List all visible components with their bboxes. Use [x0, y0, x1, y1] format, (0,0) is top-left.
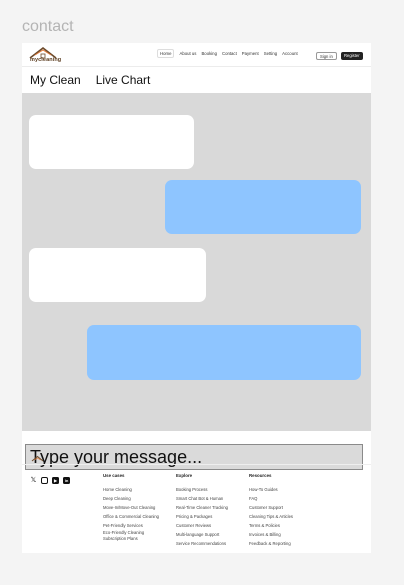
incoming-message-bubble: [29, 248, 206, 302]
chat-header: My Clean Live Chart: [22, 67, 371, 93]
footer-link[interactable]: Multi-language Support: [176, 530, 228, 539]
outgoing-message-bubble: [165, 180, 361, 234]
footer-link[interactable]: Office & Commercial Cleaning: [103, 512, 159, 521]
youtube-icon[interactable]: ▶: [52, 477, 59, 484]
linkedin-icon[interactable]: in: [63, 477, 70, 484]
footer-link[interactable]: Booking Process: [176, 485, 228, 494]
footer-link[interactable]: Customer Support: [249, 503, 293, 512]
footer-link[interactable]: Cleaning Tips & Articles: [249, 512, 293, 521]
footer-link[interactable]: Customer Reviews: [176, 521, 228, 530]
social-links: 𝕏 ▶ in: [30, 477, 70, 484]
footer-link[interactable]: FAQ: [249, 494, 293, 503]
register-button[interactable]: Register: [341, 52, 363, 60]
nav-setting[interactable]: Setting: [264, 51, 277, 58]
footer: 𝕏 ▶ in Use cases Home Cleaning Deep Clea…: [22, 453, 371, 553]
page-frame: mycleaning Home About us Booking Contact…: [22, 43, 371, 553]
footer-link[interactable]: Service Recommendations: [176, 539, 228, 548]
outgoing-message-bubble: [87, 325, 361, 380]
footer-link[interactable]: Subscription Plans: [103, 536, 159, 542]
main-nav: Home About us Booking Contact Payment Se…: [157, 49, 298, 58]
instagram-icon[interactable]: [41, 477, 48, 484]
frame-label: contact: [22, 18, 74, 35]
nav-account[interactable]: Account: [282, 51, 298, 58]
nav-home[interactable]: Home: [157, 49, 175, 58]
page-title: Live Chart: [95, 73, 151, 87]
footer-column-explore: Explore Booking Process Smart Chat Bot &…: [176, 473, 228, 548]
top-navbar: mycleaning Home About us Booking Contact…: [22, 43, 371, 67]
footer-link[interactable]: Real-Time Cleaner Tracking: [176, 503, 228, 512]
logo-text: mycleaning: [30, 57, 62, 63]
incoming-message-bubble: [29, 115, 194, 169]
sign-in-button[interactable]: Sign in: [316, 52, 337, 60]
nav-payment[interactable]: Payment: [242, 51, 259, 58]
footer-link[interactable]: Deep Cleaning: [103, 494, 159, 503]
footer-link[interactable]: Smart Chat Bot & Human: [176, 494, 228, 503]
footer-column-resources: Resources How-To Guides FAQ Customer Sup…: [249, 473, 293, 548]
footer-link[interactable]: Terms & Policies: [249, 521, 293, 530]
footer-link[interactable]: How-To Guides: [249, 485, 293, 494]
brand-title: My Clean: [30, 73, 81, 87]
footer-column-title: Use cases: [103, 473, 125, 478]
x-icon[interactable]: 𝕏: [30, 477, 37, 484]
nav-contact[interactable]: Contact: [222, 51, 237, 58]
footer-column-title: Explore: [176, 473, 193, 478]
chat-area[interactable]: [22, 93, 371, 470]
nav-booking[interactable]: Booking: [201, 51, 217, 58]
footer-link[interactable]: Invoices & Billing: [249, 530, 293, 539]
footer-column-title: Resources: [249, 473, 272, 478]
footer-link[interactable]: Pricing & Packages: [176, 512, 228, 521]
footer-link[interactable]: Move-In/Move-Out Cleaning: [103, 503, 159, 512]
footer-column-use-cases: Use cases Home Cleaning Deep Cleaning Mo…: [103, 473, 159, 542]
footer-link[interactable]: Feedback & Reporting: [249, 539, 293, 548]
footer-link[interactable]: Pet-Friendly Services: [103, 521, 159, 530]
footer-logo-icon[interactable]: [31, 455, 44, 463]
footer-divider: [22, 464, 371, 465]
nav-about[interactable]: About us: [179, 51, 196, 58]
footer-link[interactable]: Home Cleaning: [103, 485, 159, 494]
